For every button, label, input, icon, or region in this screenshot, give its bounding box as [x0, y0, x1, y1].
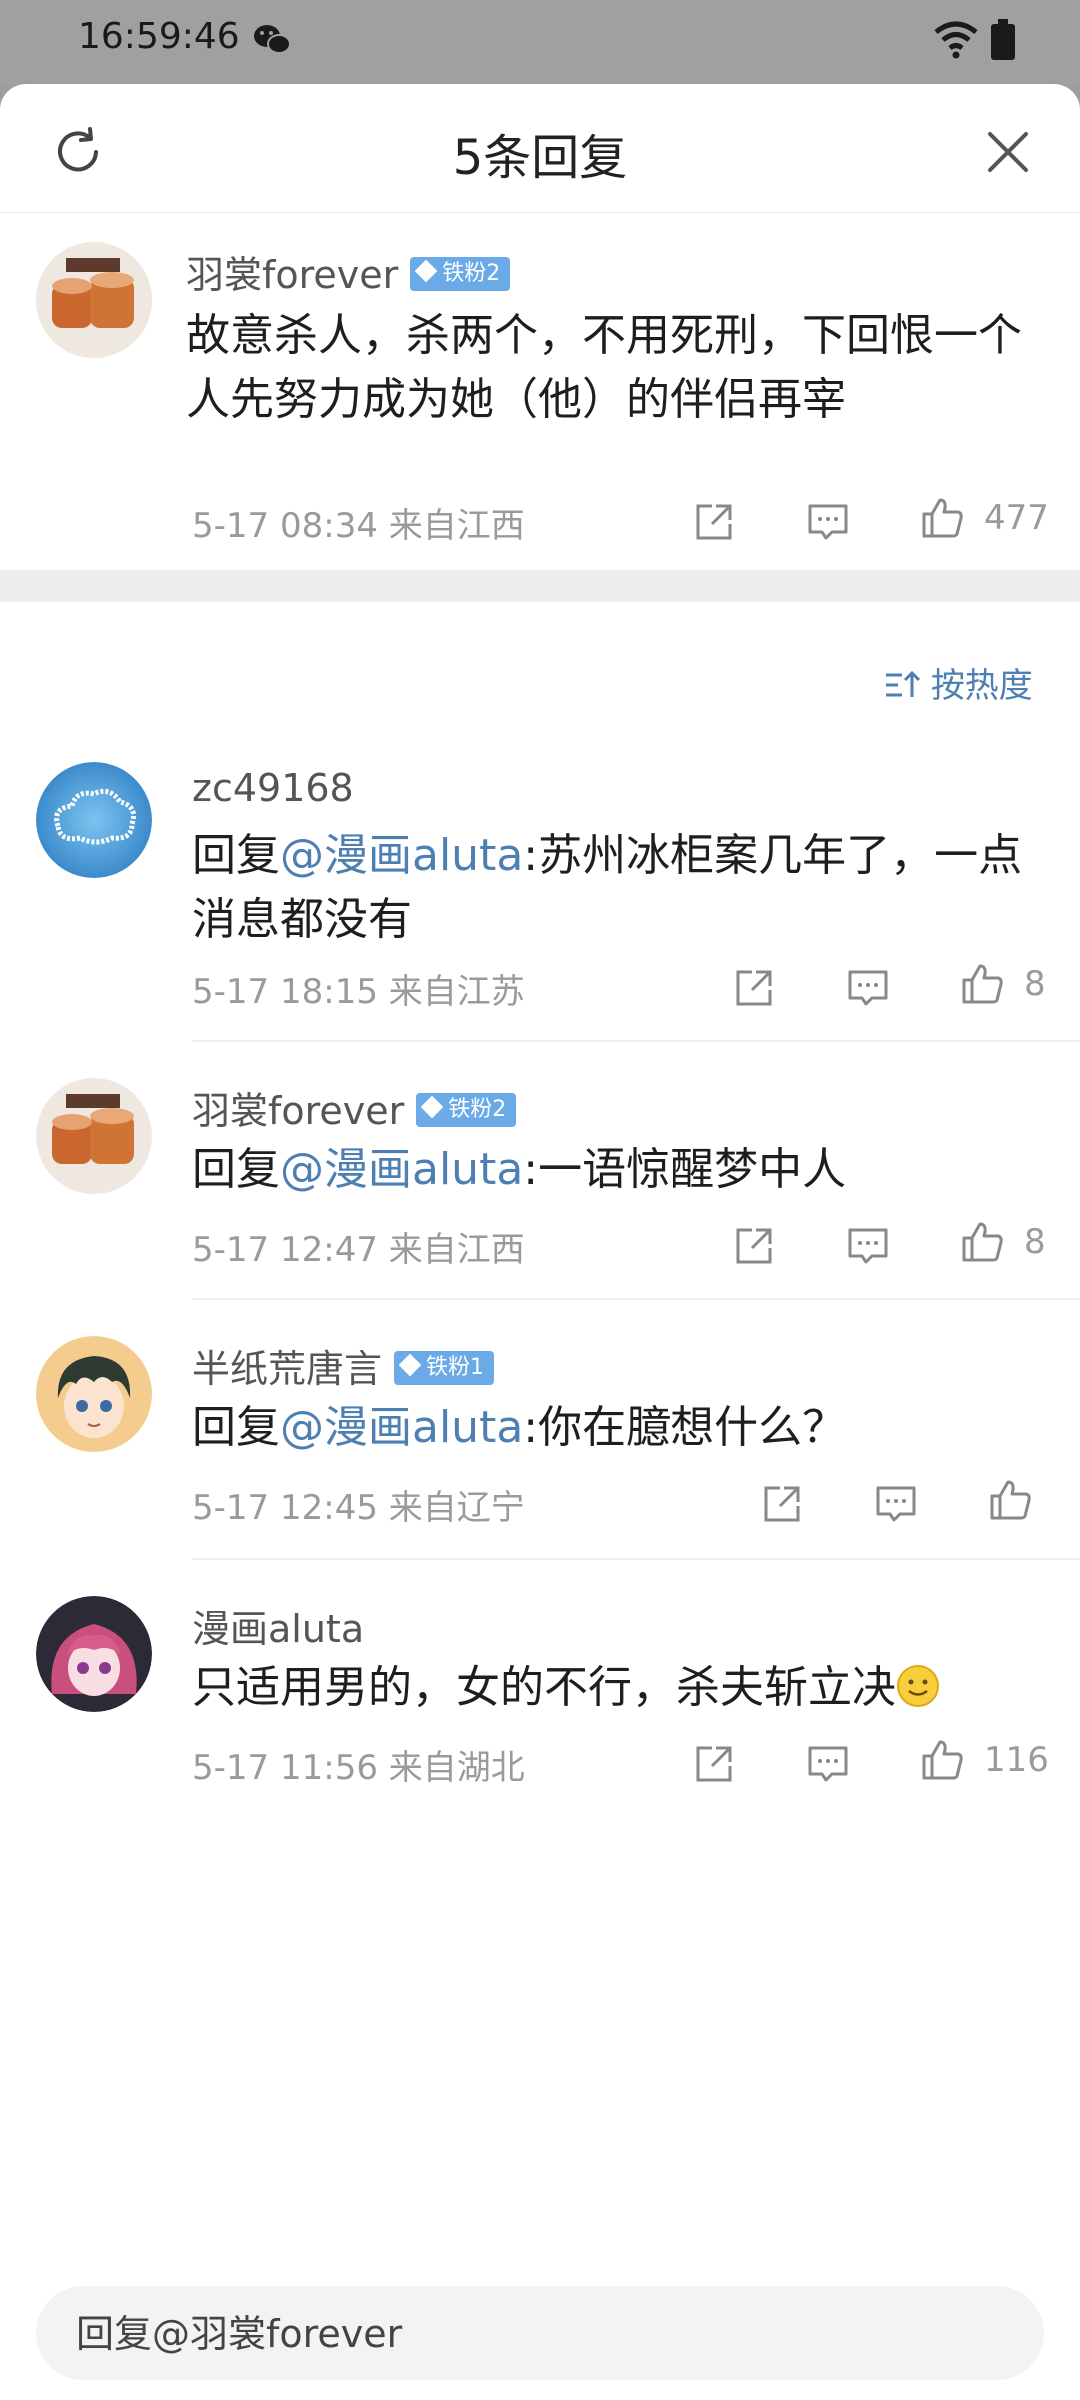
divider [192, 1298, 1080, 1300]
like-count: 477 [984, 498, 1049, 538]
reply-text: 回复@漫画aluta:你在臆想什么？ [192, 1402, 847, 1453]
share-icon[interactable] [690, 1740, 738, 1788]
like-icon[interactable] [918, 1736, 966, 1784]
reply-meta: 5-17 12:47 来自江西 [192, 1230, 525, 1270]
replies-sheet: 5条回复 羽裳forever 铁粉2 故意杀人，杀两个，不用死刑，下回恨一个人先努… [0, 84, 1080, 2400]
sheet-title: 5条回复 [452, 130, 628, 186]
fan-badge: 铁粉2 [416, 1092, 517, 1127]
share-icon[interactable] [730, 1222, 778, 1270]
share-icon[interactable] [758, 1480, 806, 1528]
comment-meta: 5-17 08:34 来自江西 [192, 506, 525, 546]
like-icon[interactable] [958, 960, 1006, 1008]
mention-link[interactable]: @漫画aluta [280, 830, 523, 881]
avatar[interactable] [36, 1336, 152, 1452]
divider [192, 1558, 1080, 1560]
smile-emoji-icon [897, 1665, 939, 1707]
mention-link[interactable]: @漫画aluta [280, 1144, 523, 1195]
reply-text: 只适用男的，女的不行，杀夫斩立决 [192, 1656, 1032, 1720]
username[interactable]: 羽裳forever 铁粉2 [192, 1080, 517, 1135]
comment-text: 故意杀人，杀两个，不用死刑，下回恨一个人先努力成为她（他）的伴侣再宰 [186, 310, 1022, 425]
wechat-icon [254, 25, 291, 54]
comment-icon[interactable] [844, 1222, 892, 1270]
username[interactable]: 半纸荒唐言 铁粉1 [192, 1338, 495, 1393]
sort-by-hot-button[interactable]: 按热度 [884, 658, 1033, 707]
reply-text: 回复@漫画aluta:苏州冰柜案几年了，一点消息都没有 [192, 830, 1023, 945]
divider [192, 1040, 1080, 1042]
fan-badge: 铁粉2 [410, 256, 511, 291]
username[interactable]: 漫画aluta [192, 1598, 364, 1653]
sheet-header: 5条回复 [0, 84, 1080, 213]
username[interactable]: 羽裳forever 铁粉2 [186, 244, 511, 299]
like-count: 8 [1024, 964, 1046, 1004]
comment-icon[interactable] [804, 498, 852, 546]
section-divider [0, 570, 1080, 602]
reply-input[interactable] [74, 2286, 1018, 2382]
reply-text: 回复@漫画aluta:一语惊醒梦中人 [192, 1144, 847, 1195]
battery-icon [991, 19, 1015, 60]
fan-badge: 铁粉1 [394, 1350, 495, 1385]
reply-meta: 5-17 12:45 来自辽宁 [192, 1488, 525, 1528]
share-icon[interactable] [690, 498, 738, 546]
reply-meta: 5-17 11:56 来自湖北 [192, 1748, 525, 1788]
sort-label: 按热度 [930, 666, 1033, 706]
reply-bar [36, 2286, 1044, 2382]
avatar[interactable] [36, 242, 152, 358]
avatar[interactable] [36, 1078, 152, 1194]
like-icon[interactable] [958, 1218, 1006, 1266]
comment-icon[interactable] [872, 1480, 920, 1528]
sort-icon [886, 670, 921, 697]
mention-link[interactable]: @漫画aluta [280, 1402, 523, 1453]
status-time: 16:59:46 [78, 16, 240, 57]
like-icon[interactable] [986, 1476, 1034, 1524]
share-icon[interactable] [730, 964, 778, 1012]
comment-icon[interactable] [804, 1740, 852, 1788]
avatar[interactable] [36, 762, 152, 878]
like-icon[interactable] [918, 494, 966, 542]
like-count: 8 [1024, 1222, 1046, 1262]
username[interactable]: zc49168 [192, 766, 354, 810]
like-count: 116 [984, 1740, 1049, 1780]
reply-meta: 5-17 18:15 来自江苏 [192, 972, 525, 1012]
avatar[interactable] [36, 1596, 152, 1712]
comment-icon[interactable] [844, 964, 892, 1012]
close-icon[interactable] [982, 126, 1034, 178]
status-bar: 16:59:46 [0, 0, 1080, 84]
wifi-icon [934, 21, 978, 59]
